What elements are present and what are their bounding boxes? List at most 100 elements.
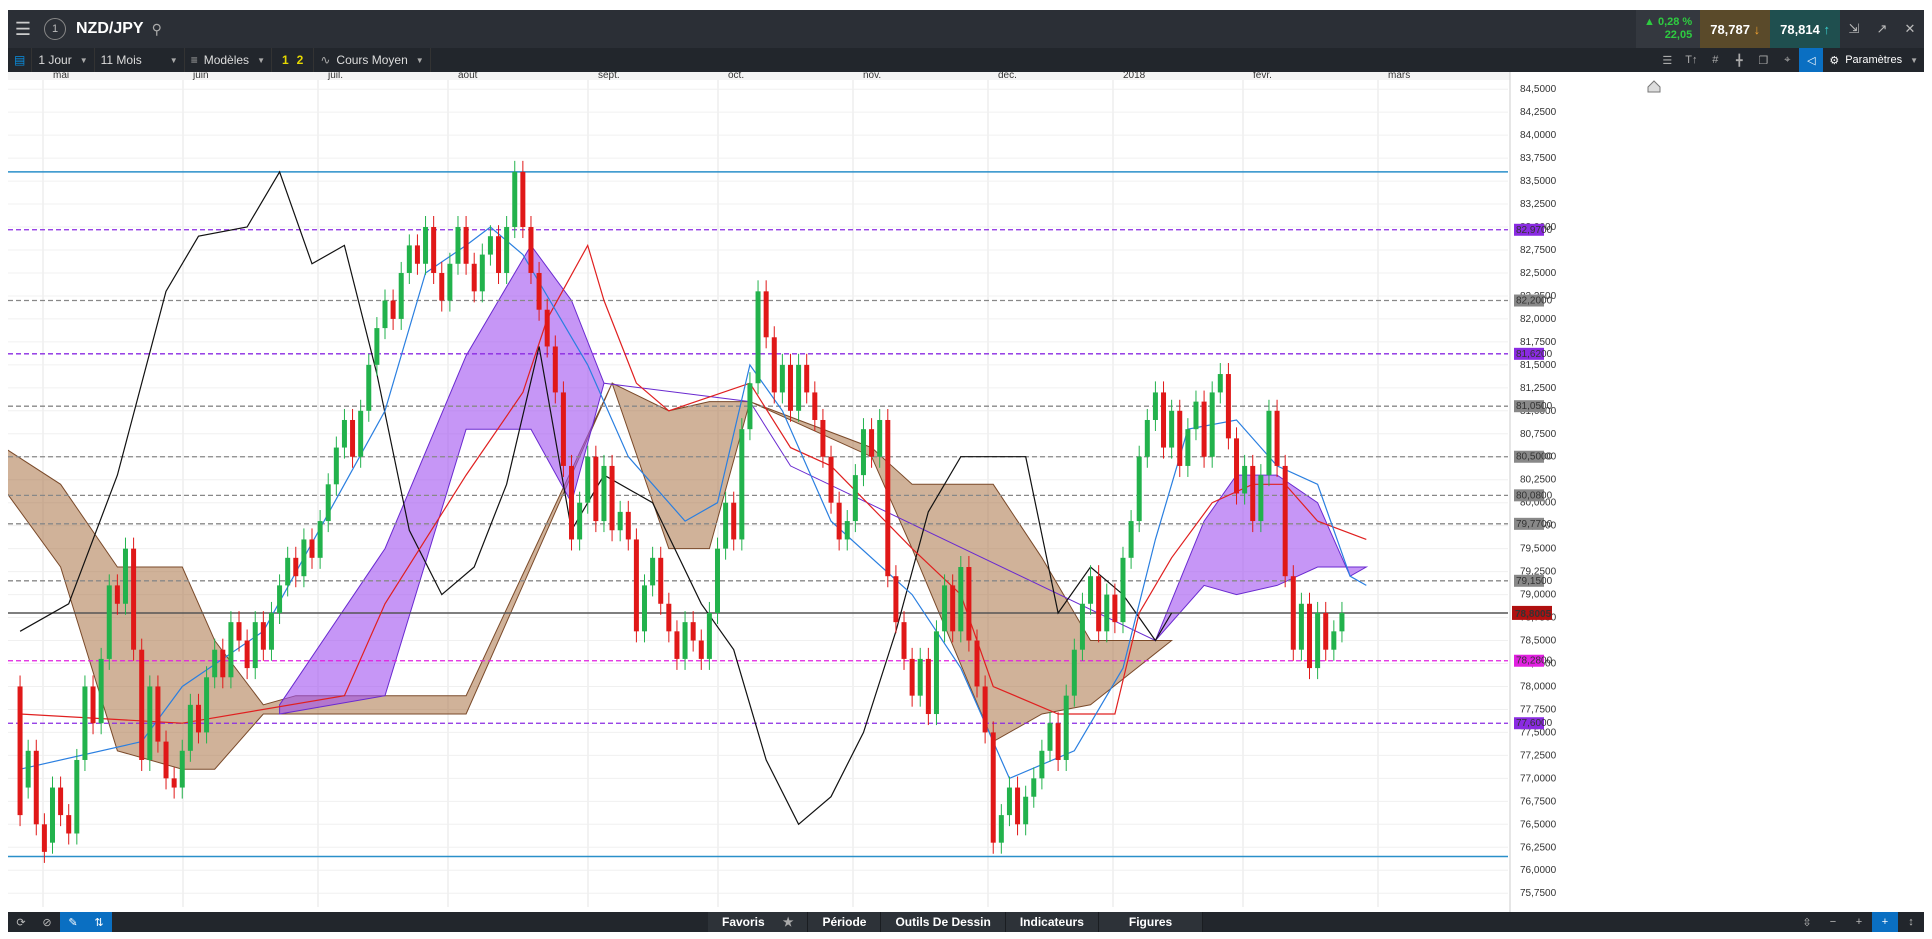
popout-icon[interactable]: ↗ <box>1868 10 1896 48</box>
level-label: 78,2800 <box>1516 656 1553 667</box>
candle-body <box>1242 465 1248 494</box>
price-tick-label: 79,5000 <box>1520 544 1557 555</box>
buy-price-button[interactable]: 78,814 ↑ <box>1770 10 1840 48</box>
price-type-select[interactable]: ∿ Cours Moyen ▼ <box>314 48 431 72</box>
layout-1-button[interactable]: 1 <box>278 53 293 67</box>
info-icon[interactable]: 1 <box>44 18 66 40</box>
candle-body <box>731 502 737 540</box>
panels-icon[interactable]: ☰ <box>1655 48 1679 72</box>
candle-body <box>690 622 696 641</box>
candle-body <box>1177 410 1183 466</box>
tag-icon[interactable]: ◁ <box>1799 48 1824 72</box>
price-change: ▲ 0,28 % 22,05 <box>1636 10 1701 48</box>
candle-body <box>406 245 412 273</box>
candle-body <box>1112 594 1118 623</box>
price-tick-label: 82,5000 <box>1520 268 1557 279</box>
candle-body <box>852 475 858 522</box>
candle-body <box>658 557 664 604</box>
close-icon[interactable]: ✕ <box>1896 10 1924 48</box>
month-label: nov. <box>863 72 881 81</box>
candle-body <box>1161 392 1167 448</box>
pencil-icon[interactable]: ✎ <box>60 912 86 932</box>
price-tick-label: 76,0000 <box>1520 865 1557 876</box>
price-chart[interactable]: mai juin juil. août sept. oct. nov. déc. 2018 fév… <box>0 70 1924 912</box>
candle-body <box>1201 401 1207 457</box>
price-tick-label: 84,5000 <box>1520 84 1557 95</box>
candle-body <box>374 328 380 365</box>
cancel-icon[interactable]: ⊘ <box>34 912 60 932</box>
price-tick-label: 77,0000 <box>1520 773 1557 784</box>
candle-body <box>358 410 364 457</box>
price-tick-label: 79,0000 <box>1520 590 1557 601</box>
chart-area[interactable]: mai juin juil. août sept. oct. nov. déc. 2018 fév… <box>0 70 1924 912</box>
crosshair-mode-icon[interactable]: + <box>1872 912 1898 932</box>
candle-body <box>1307 603 1313 669</box>
tab-periode[interactable]: Période <box>808 912 882 932</box>
price-tick-label: 78,5000 <box>1520 636 1557 647</box>
candle-body <box>820 419 826 457</box>
candle-body <box>496 236 502 273</box>
expand-vertical-icon[interactable]: ↕ <box>1898 912 1924 932</box>
candle-body <box>333 447 339 485</box>
candle-body <box>341 419 347 448</box>
candle-body <box>617 511 623 531</box>
layout-2-button[interactable]: 2 <box>293 53 308 67</box>
refresh-icon[interactable]: ⟳ <box>8 912 34 932</box>
title-bar: ☰ 1 NZD/JPY ⚲ ▲ 0,28 % 22,05 78,787 ↓ 78… <box>8 10 1924 48</box>
magnet-icon[interactable]: ⌖ <box>1775 48 1799 72</box>
grid-icon[interactable]: # <box>1703 48 1727 72</box>
sell-price-button[interactable]: 78,787 ↓ <box>1700 10 1771 48</box>
candle-body <box>1023 796 1029 825</box>
search-icon[interactable]: ⚲ <box>152 21 162 38</box>
candle-body <box>974 640 980 687</box>
timeframe-select[interactable]: 1 Jour ▼ <box>32 48 95 72</box>
price-tick-label: 83,7500 <box>1520 153 1557 164</box>
candle-body <box>293 557 299 577</box>
candle-body <box>950 585 956 632</box>
tab-favoris[interactable]: Favoris ★ <box>708 912 809 932</box>
hamburger-menu-icon[interactable]: ☰ <box>8 10 38 48</box>
candle-body <box>1217 374 1223 393</box>
candle-body <box>106 585 112 659</box>
price-tick-label: 78,0000 <box>1520 681 1557 692</box>
trading-app: ☰ 1 NZD/JPY ⚲ ▲ 0,28 % 22,05 78,787 ↓ 78… <box>0 0 1932 939</box>
price-tick-label: 82,7500 <box>1520 245 1557 256</box>
text-size-icon[interactable]: T↑ <box>1679 48 1703 72</box>
settings-button[interactable]: ⚙ Paramètres ▼ <box>1823 48 1924 72</box>
range-select[interactable]: 11 Mois ▼ <box>95 48 185 72</box>
copy-icon[interactable]: ❐ <box>1751 48 1775 72</box>
zoom-in-icon[interactable]: + <box>1846 912 1872 932</box>
layout-buttons: 1 2 <box>272 48 315 72</box>
star-icon: ★ <box>782 915 794 929</box>
collapse-icon[interactable]: ⇲ <box>1840 10 1868 48</box>
candle-body <box>414 245 420 264</box>
tab-outils-de-dessin[interactable]: Outils De Dessin <box>881 912 1006 932</box>
candle-body <box>439 272 445 301</box>
fit-icon[interactable]: ⇳ <box>1794 912 1820 932</box>
price-type-icon: ∿ <box>320 53 331 67</box>
candle-body <box>933 631 939 715</box>
candle-body <box>577 502 583 540</box>
zoom-out-icon[interactable]: − <box>1820 912 1846 932</box>
candle-body <box>763 291 769 338</box>
candle-body <box>1323 612 1329 650</box>
sync-icon[interactable]: ⇅ <box>86 912 112 932</box>
level-label: 82,9700 <box>1516 225 1553 236</box>
candle-body <box>163 741 169 779</box>
tab-indicateurs[interactable]: Indicateurs <box>1005 912 1099 932</box>
templates-select[interactable]: ≡ Modèles ▼ <box>185 48 272 72</box>
price-tick-label: 76,5000 <box>1520 819 1557 830</box>
candle-body <box>268 612 274 650</box>
chart-list-icon[interactable]: ▤ <box>8 48 33 72</box>
instrument-symbol[interactable]: NZD/JPY <box>76 20 144 38</box>
candle-body <box>755 291 761 384</box>
price-tick-label: 82,0000 <box>1520 314 1557 325</box>
candle-body <box>982 686 988 733</box>
candle-body <box>1136 456 1142 522</box>
candle-body <box>504 227 510 273</box>
tab-figures[interactable]: Figures <box>1098 912 1204 932</box>
crosshair-icon[interactable]: ╋ <box>1727 48 1751 72</box>
candle-body <box>366 364 372 411</box>
price-tick-label: 84,0000 <box>1520 130 1557 141</box>
candle-body <box>325 484 331 522</box>
